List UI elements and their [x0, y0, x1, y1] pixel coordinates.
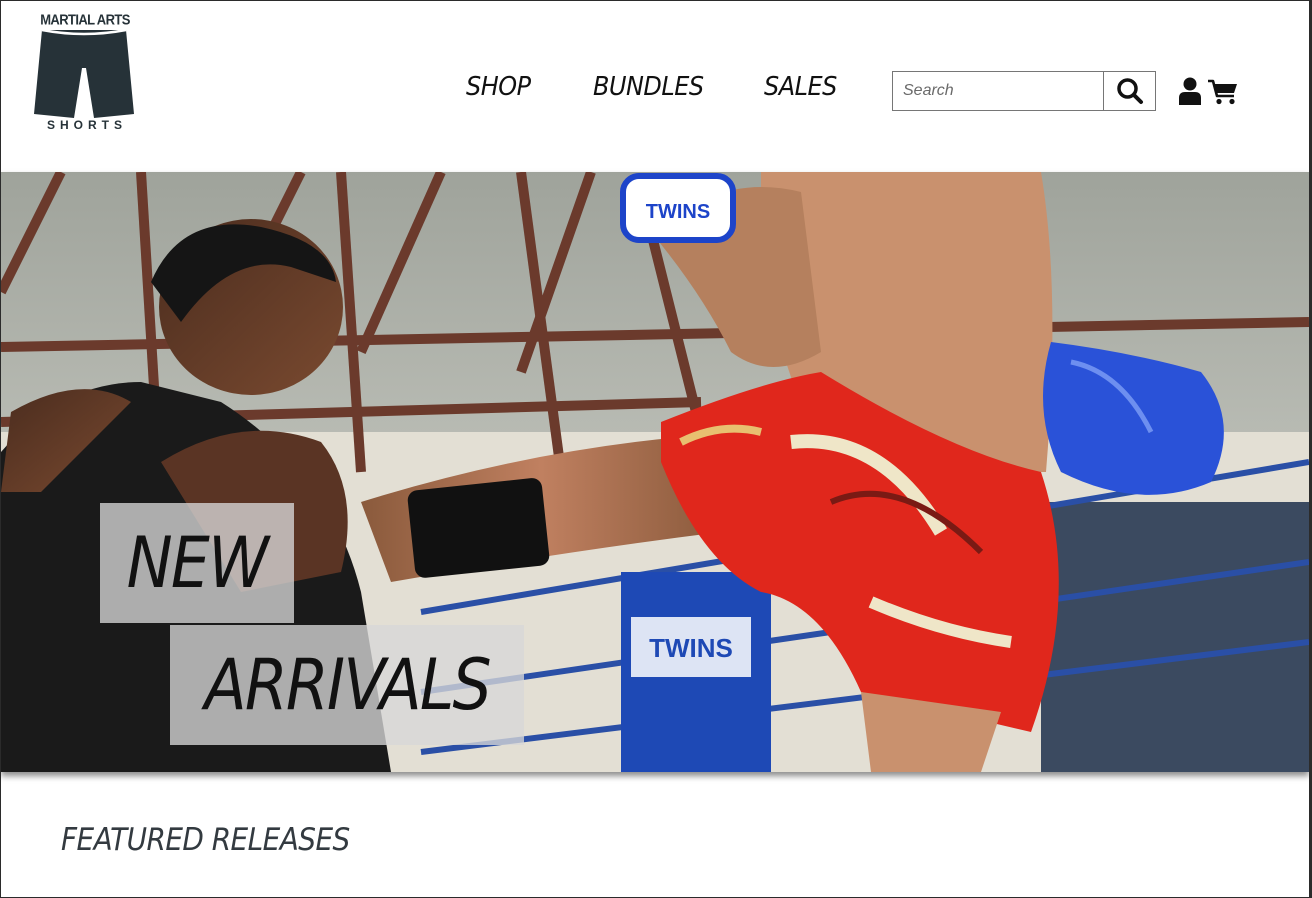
hero-banner-line1: NEW	[126, 522, 269, 604]
featured-releases-heading: FEATURED RELEASES	[61, 822, 350, 858]
hero-banner-new: NEW	[100, 503, 294, 623]
search-input[interactable]	[893, 72, 1104, 110]
search-icon	[1116, 78, 1143, 104]
nav-sales[interactable]: SALES	[764, 72, 837, 102]
hero-banner-arrivals: ARRIVALS	[170, 625, 524, 745]
logo-bottom-text: SHORTS	[46, 118, 127, 132]
cart-icon[interactable]	[1208, 79, 1238, 105]
brand-logo[interactable]: MARTIAL ARTS SHORTS	[34, 10, 136, 134]
hero-banner[interactable]: TWINS TWINS NEW ARRIVALS	[1, 172, 1309, 772]
user-icon[interactable]	[1179, 77, 1201, 105]
search-button[interactable]	[1104, 72, 1155, 110]
hero-banner-line2: ARRIVALS	[204, 644, 491, 726]
site-header: MARTIAL ARTS SHORTS SHOP BUNDLES SALES	[0, 0, 1312, 172]
shorts-logo-icon	[34, 28, 134, 118]
nav-bundles[interactable]: BUNDLES	[593, 72, 704, 102]
nav-shop[interactable]: SHOP	[466, 72, 531, 102]
search-bar	[892, 71, 1156, 111]
svg-text:TWINS: TWINS	[646, 201, 710, 223]
svg-text:TWINS: TWINS	[649, 633, 733, 663]
